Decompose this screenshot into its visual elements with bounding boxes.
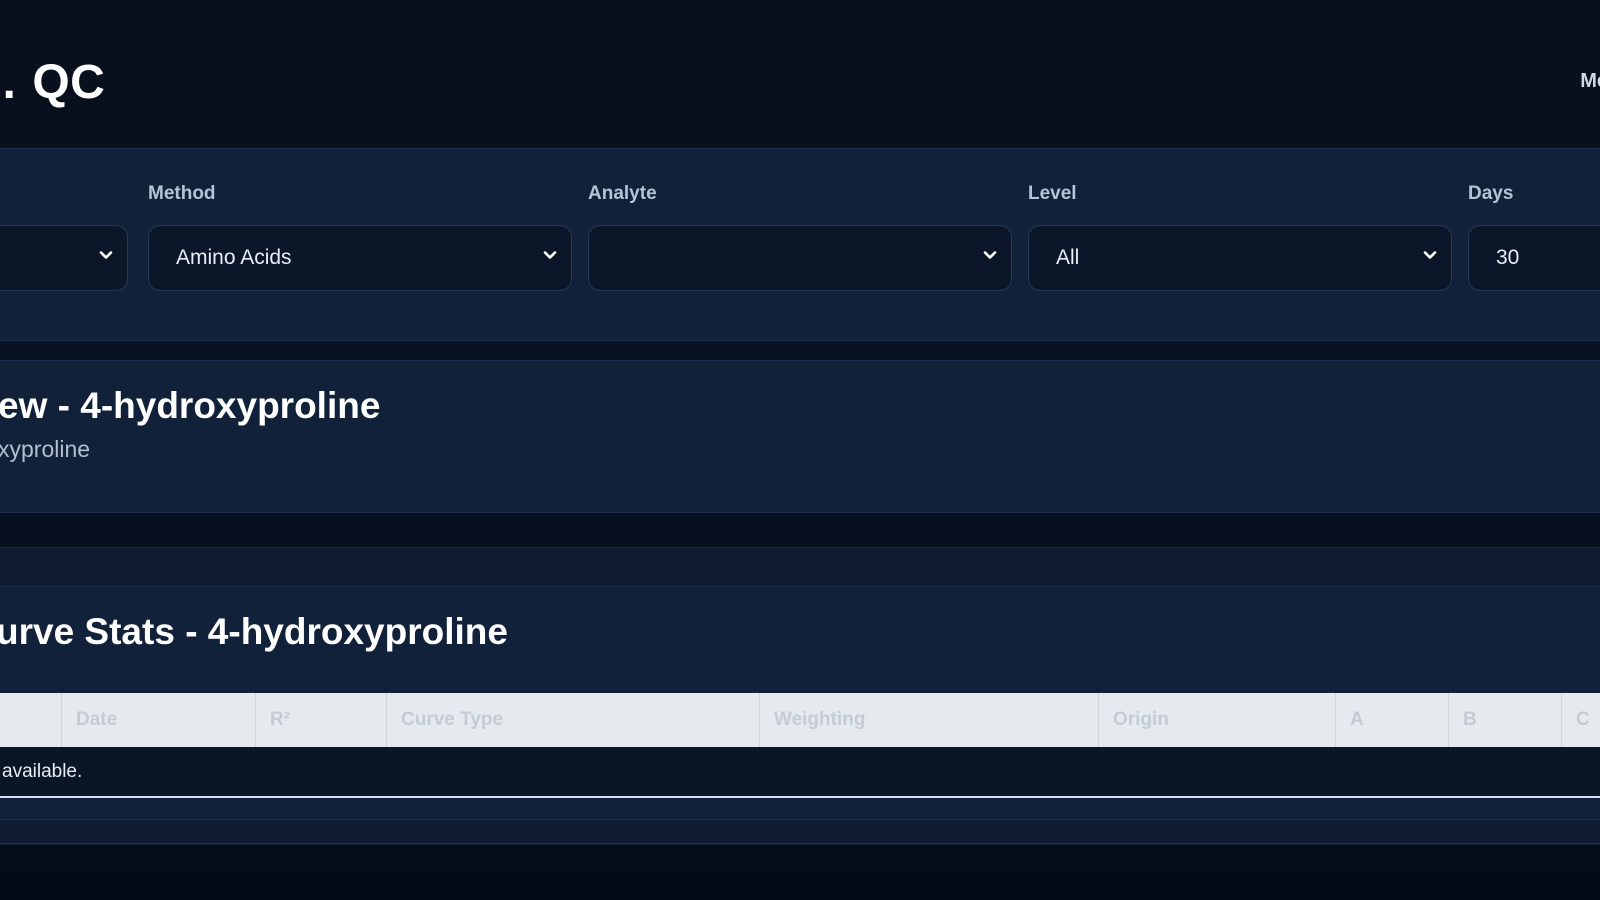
column-header-c[interactable]: C (1561, 693, 1600, 747)
header-nav-link[interactable]: Mc (1580, 70, 1600, 93)
days-input[interactable]: 30 (1468, 225, 1600, 291)
column-header-b[interactable]: B (1448, 693, 1561, 747)
overview-subtitle: xyproline (0, 436, 91, 462)
method-label: Method (148, 183, 216, 204)
filter-first-label (0, 183, 128, 207)
days-label: Days (1468, 183, 1514, 204)
level-label: Level (1028, 183, 1077, 204)
column-header-a[interactable]: A (1335, 693, 1448, 747)
column-header-date[interactable]: Date (61, 693, 255, 747)
filter-analyte: Analyte (588, 183, 1012, 291)
first-select[interactable] (0, 225, 128, 291)
empty-state-message: available. (2, 761, 83, 782)
analyte-label: Analyte (588, 183, 657, 204)
column-header-origin[interactable]: Origin (1098, 693, 1335, 747)
analyte-select[interactable] (588, 225, 1012, 291)
filter-days: Days 30 (1468, 183, 1600, 291)
curve-stats-card: urve Stats - 4-hydroxyproline Date R² Cu… (0, 587, 1600, 845)
method-select[interactable]: Amino Acids (148, 225, 572, 291)
chevron-down-icon (1423, 248, 1437, 262)
overview-title: ew - 4-hydroxyproline (0, 385, 381, 426)
table-header: Date R² Curve Type Weighting Origin A B … (0, 693, 1600, 747)
method-select-value: Amino Acids (176, 246, 292, 269)
app-header: … QC Mc (0, 0, 1600, 148)
table-row: available. (0, 747, 1600, 798)
overview-card: ew - 4-hydroxyproline xyproline (0, 360, 1600, 513)
title-text: QC (32, 56, 106, 109)
column-header-weighting[interactable]: Weighting (759, 693, 1098, 747)
curve-stats-title: urve Stats - 4-hydroxyproline (0, 611, 508, 652)
level-select[interactable]: All (1028, 225, 1452, 291)
app-stage: … QC Mc Method Amino Acids An (0, 0, 1600, 900)
title-fragment: … (0, 56, 19, 109)
filter-panel: Method Amino Acids Analyte Level All Day… (0, 148, 1600, 341)
section-divider (0, 547, 1600, 587)
filter-method: Method Amino Acids (148, 183, 572, 291)
column-header-r2[interactable]: R² (255, 693, 386, 747)
days-input-value: 30 (1496, 246, 1520, 269)
table-footer (0, 798, 1600, 820)
column-header-curve-type[interactable]: Curve Type (386, 693, 759, 747)
chevron-down-icon (543, 248, 557, 262)
table-footer-strip (0, 820, 1600, 844)
filter-first (0, 183, 128, 291)
chevron-down-icon (983, 248, 997, 262)
curve-stats-table: Date R² Curve Type Weighting Origin A B … (0, 693, 1600, 844)
page-title: … QC (0, 55, 105, 110)
filter-level: Level All (1028, 183, 1452, 291)
level-select-value: All (1056, 246, 1080, 269)
chevron-down-icon (99, 248, 113, 262)
